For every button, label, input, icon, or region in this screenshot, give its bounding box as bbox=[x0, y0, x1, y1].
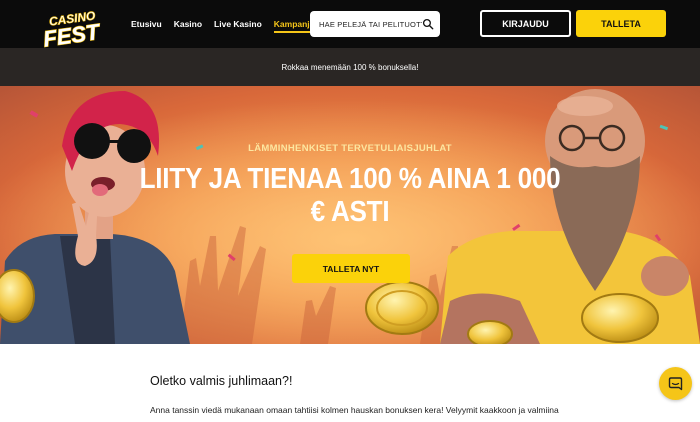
promo-content: Oletko valmis juhlimaan?! Anna tanssin v… bbox=[150, 344, 570, 415]
casinofest-logo[interactable]: CASINO FEST bbox=[36, 3, 118, 51]
logo-graphic: CASINO FEST bbox=[41, 8, 103, 51]
nav-item-etusivu[interactable]: Etusivu bbox=[131, 15, 162, 33]
chat-button[interactable] bbox=[659, 367, 692, 400]
content-paragraph: Anna tanssin viedä mukanaan omaan tahtii… bbox=[150, 405, 559, 415]
hero-title: LIITY JA TIENAA 100 % AINA 1 000 € ASTI bbox=[139, 163, 561, 228]
deposit-button[interactable]: TALLETA bbox=[576, 10, 666, 37]
hero-banner: LÄMMINHENKISET TERVETULIAISJUHLAT LIITY … bbox=[0, 86, 700, 344]
promo-strip-text: Rokkaa menemään 100 % bonuksella! bbox=[281, 62, 419, 72]
search-icon[interactable] bbox=[422, 18, 434, 30]
login-button[interactable]: KIRJAUDU bbox=[480, 10, 571, 37]
nav-item-live-kasino[interactable]: Live Kasino bbox=[214, 15, 262, 33]
promo-strip: Rokkaa menemään 100 % bonuksella! bbox=[0, 48, 700, 86]
search-input[interactable] bbox=[319, 19, 423, 29]
content-heading: Oletko valmis juhlimaan?! bbox=[150, 374, 293, 388]
top-header: CASINO FEST Etusivu Kasino Live Kasino K… bbox=[0, 0, 700, 51]
deposit-now-button[interactable]: TALLETA NYT bbox=[292, 254, 410, 283]
hero-eyebrow: LÄMMINHENKISET TERVETULIAISJUHLAT bbox=[248, 143, 452, 154]
main-nav: Etusivu Kasino Live Kasino Kampanjat bbox=[131, 0, 318, 48]
nav-item-kasino[interactable]: Kasino bbox=[174, 15, 202, 33]
hero-content: LÄMMINHENKISET TERVETULIAISJUHLAT LIITY … bbox=[0, 86, 700, 344]
chat-icon[interactable] bbox=[668, 376, 683, 391]
search-box[interactable] bbox=[310, 11, 440, 37]
